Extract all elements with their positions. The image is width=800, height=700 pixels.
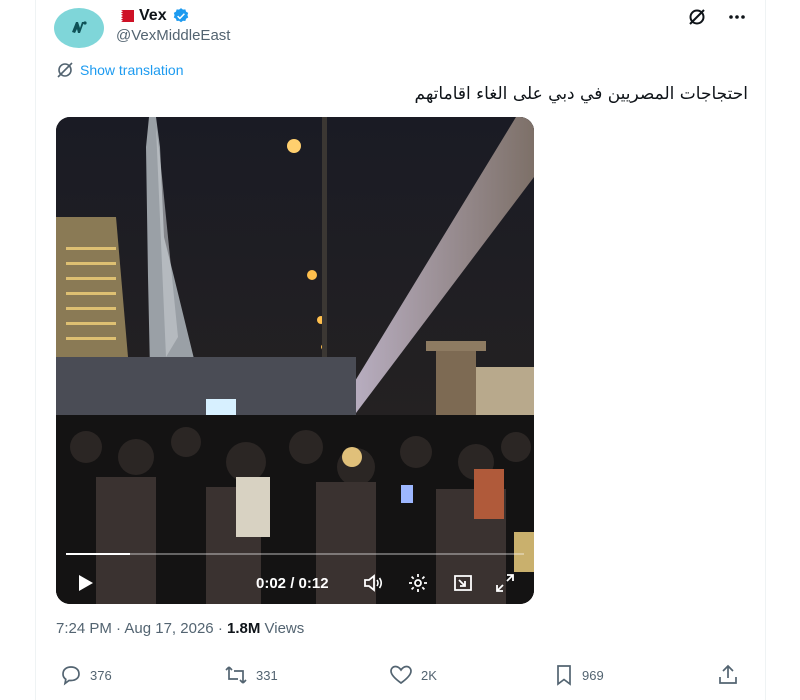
show-translation-link[interactable]: Show translation xyxy=(56,61,184,79)
tweet-text: احتجاجات المصريين في دبي على الغاء اقاما… xyxy=(414,84,748,104)
show-translation-label[interactable]: Show translation xyxy=(80,62,184,78)
author-name[interactable]: Vex xyxy=(139,7,167,25)
tweet-meta: 7:24 PM · Aug 17, 2026 · 1.8M Views xyxy=(56,620,304,637)
reply-icon xyxy=(62,666,80,686)
like-button[interactable]: 2K xyxy=(389,664,437,686)
like-icon xyxy=(390,665,412,685)
video-time: 0:02 / 0:12 xyxy=(256,575,329,592)
meta-separator: · xyxy=(116,620,122,637)
top-actions xyxy=(686,6,748,28)
bookmark-button[interactable]: 969 xyxy=(554,664,604,686)
repost-icon xyxy=(225,666,247,684)
post-time[interactable]: 7:24 PM xyxy=(56,620,112,637)
views-label: Views xyxy=(264,620,305,637)
translate-icon xyxy=(57,62,73,78)
repost-count: 331 xyxy=(256,667,278,683)
video-progress-bar[interactable] xyxy=(66,553,524,555)
video-progress-fill xyxy=(66,553,131,555)
bahrain-flag-icon xyxy=(116,10,134,22)
views-count: 1.8M xyxy=(226,620,261,637)
bookmark-icon xyxy=(557,665,571,686)
picture-in-picture-icon[interactable] xyxy=(452,572,474,594)
grok-icon[interactable] xyxy=(686,6,708,28)
share-icon xyxy=(719,664,737,684)
repost-button[interactable]: 331 xyxy=(224,664,278,686)
video-controls: 0:02 / 0:12 xyxy=(56,569,534,597)
reply-count: 376 xyxy=(90,667,112,683)
play-icon[interactable] xyxy=(74,572,96,594)
fullscreen-icon[interactable] xyxy=(494,572,516,594)
author-row[interactable]: Vex xyxy=(116,6,190,26)
video-frame xyxy=(56,117,534,604)
more-icon[interactable] xyxy=(726,6,748,28)
avatar[interactable] xyxy=(54,8,104,48)
post-date[interactable]: Aug 17, 2026 xyxy=(124,620,213,637)
meta-separator-2: · xyxy=(217,620,223,637)
verified-badge-icon xyxy=(173,8,188,23)
volume-icon[interactable] xyxy=(362,572,384,594)
bookmark-count: 969 xyxy=(582,667,604,683)
reply-button[interactable]: 376 xyxy=(60,664,112,686)
video-player[interactable]: 0:02 / 0:12 xyxy=(56,117,534,604)
like-count: 2K xyxy=(421,667,437,683)
settings-icon[interactable] xyxy=(407,572,429,594)
author-handle[interactable]: @VexMiddleEast xyxy=(116,27,230,44)
action-bar: 376 331 2K 969 xyxy=(56,664,750,692)
avatar-logo-icon xyxy=(72,21,87,33)
share-button[interactable] xyxy=(717,664,739,686)
